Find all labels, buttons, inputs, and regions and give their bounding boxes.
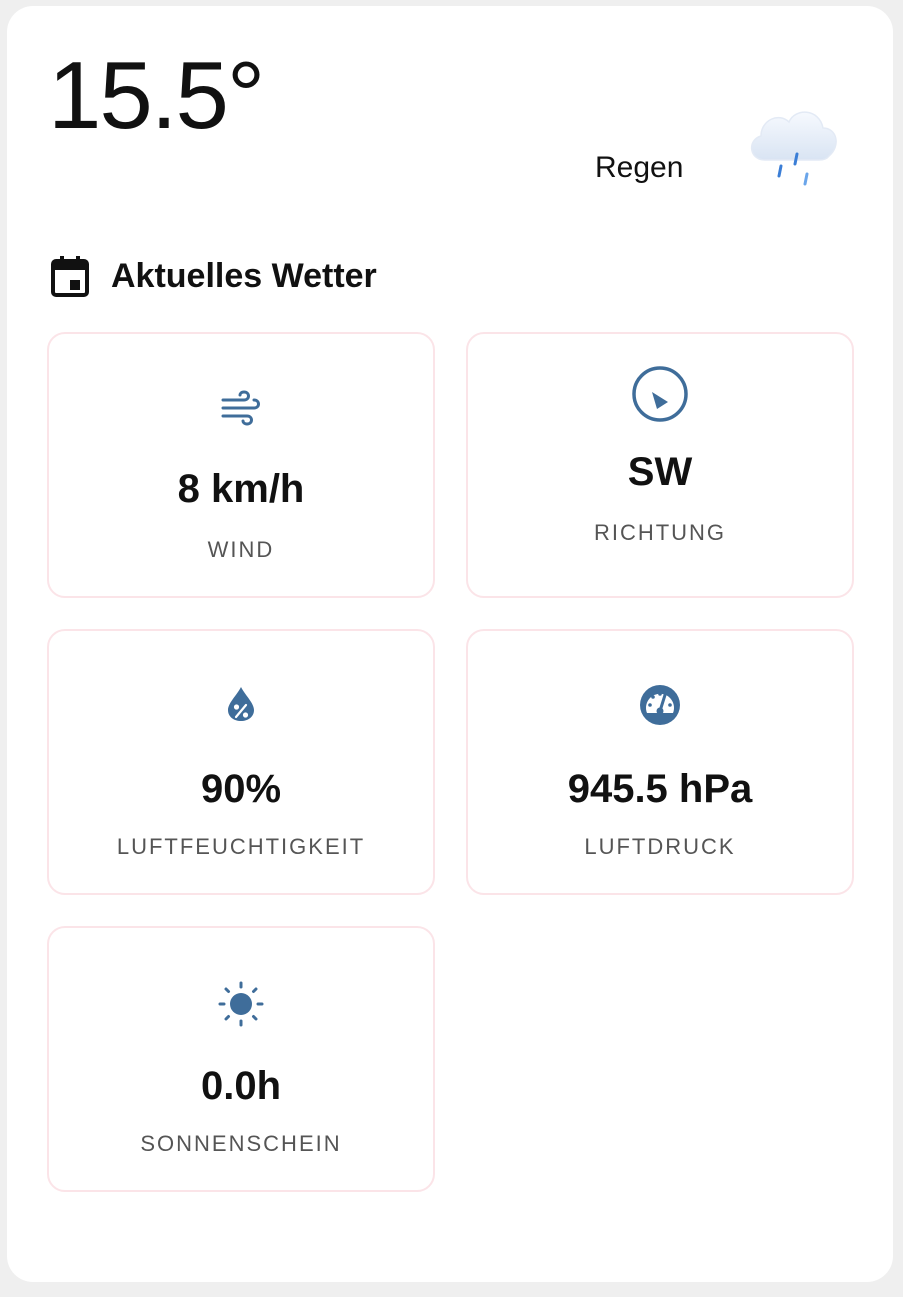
gauge-icon <box>640 685 680 725</box>
wind-value: 8 km/h <box>177 467 305 511</box>
direction-tile: SW RICHTUNG <box>466 332 854 598</box>
weather-condition: Regen <box>595 151 684 184</box>
pressure-label: LUFTDRUCK <box>584 834 736 859</box>
current-temperature: 15.5° <box>48 42 265 149</box>
wind-label: WIND <box>207 537 275 562</box>
calendar-icon <box>51 256 89 297</box>
rain-cloud-icon <box>751 111 837 186</box>
pressure-value: 945.5 hPa <box>567 767 753 811</box>
weather-card: 15.5° Regen Aktuelles Wetter 8 km/h WIND… <box>7 6 893 1282</box>
direction-label: RICHTUNG <box>593 520 727 545</box>
compass-icon <box>632 366 688 422</box>
wind-tile: 8 km/h WIND <box>47 332 435 598</box>
sunshine-value: 0.0h <box>200 1064 282 1108</box>
sun-icon <box>218 981 264 1027</box>
humidity-value: 90% <box>200 767 282 811</box>
section-header: Aktuelles Wetter <box>51 255 377 297</box>
humidity-icon <box>228 687 254 721</box>
wind-icon <box>221 390 260 426</box>
humidity-tile: 90% LUFTFEUCHTIGKEIT <box>47 629 435 895</box>
section-title: Aktuelles Wetter <box>111 256 377 295</box>
sunshine-tile: 0.0h SONNENSCHEIN <box>47 926 435 1192</box>
pressure-tile: 945.5 hPa LUFTDRUCK <box>466 629 854 895</box>
humidity-label: LUFTFEUCHTIGKEIT <box>116 834 366 859</box>
sunshine-label: SONNENSCHEIN <box>140 1131 342 1156</box>
direction-value: SW <box>627 450 693 494</box>
